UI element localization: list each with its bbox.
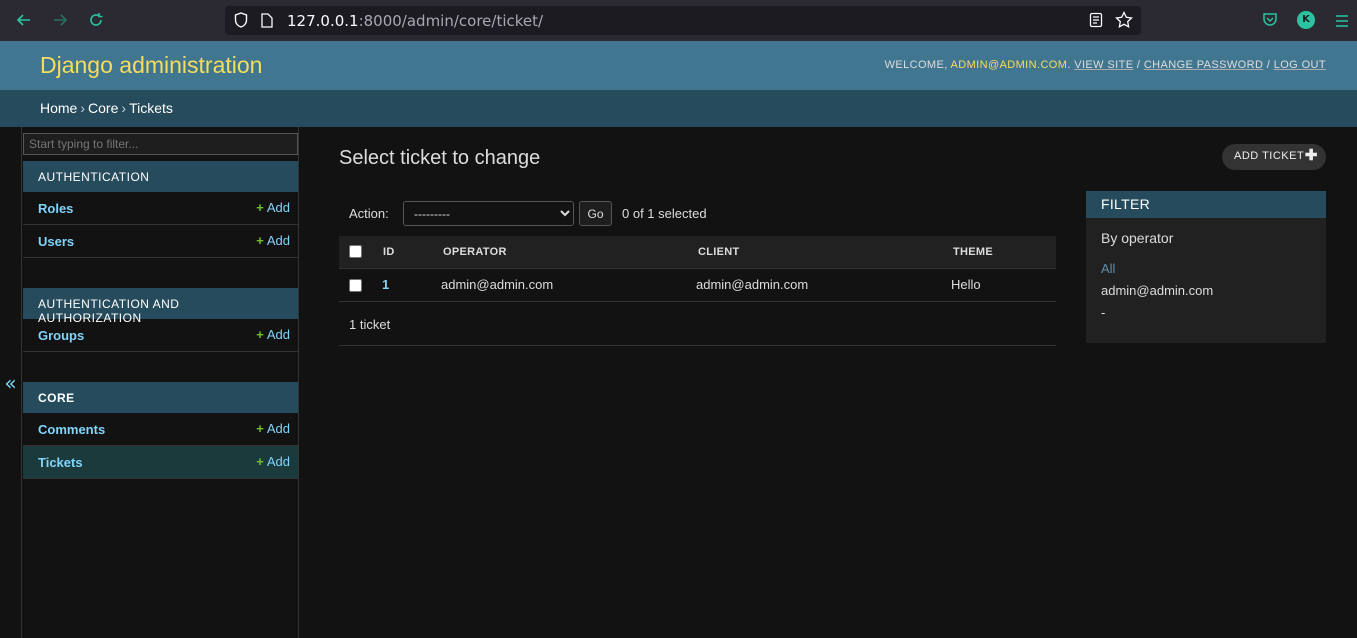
forward-icon[interactable]	[48, 8, 72, 32]
sidebar-item-users[interactable]: Users + Add	[23, 225, 298, 258]
plus-icon: +	[256, 200, 264, 215]
filter-choice-admin[interactable]: admin@admin.com	[1101, 283, 1213, 298]
row-checkbox[interactable]	[349, 279, 362, 293]
logout-link[interactable]: LOG OUT	[1274, 59, 1326, 71]
module-caption[interactable]: CORE	[23, 382, 298, 413]
breadcrumb-core[interactable]: Core	[88, 100, 118, 116]
add-link[interactable]: + Add	[256, 421, 290, 436]
changelist-filter: FILTER By operator All admin@admin.com -	[1086, 191, 1326, 343]
username: ADMIN@ADMIN.COM	[950, 59, 1068, 71]
page-icon[interactable]	[261, 13, 273, 32]
url-bar[interactable]: 127.0.0.1:8000/admin/core/ticket/	[225, 6, 1141, 35]
result-table: ID OPERATOR CLIENT THEME 1 admin@admin.c…	[339, 236, 1056, 302]
model-link[interactable]: Tickets	[38, 455, 83, 470]
breadcrumb-home[interactable]: Home	[40, 100, 77, 116]
add-link[interactable]: + Add	[256, 327, 290, 342]
action-select[interactable]: ---------	[403, 201, 574, 226]
change-password-link[interactable]: CHANGE PASSWORD	[1144, 59, 1263, 71]
table-row: 1 admin@admin.com admin@admin.com Hello	[339, 268, 1056, 302]
selection-counter: 0 of 1 selected	[622, 206, 707, 221]
reload-icon[interactable]	[84, 8, 108, 32]
cell-operator: admin@admin.com	[433, 268, 688, 302]
go-button[interactable]: Go	[579, 201, 612, 226]
plus-icon: +	[256, 327, 264, 342]
sidebar-toggle[interactable]: «	[0, 127, 22, 638]
sidebar-item-groups[interactable]: Groups + Add	[23, 319, 298, 352]
site-header: Django administration WELCOME, ADMIN@ADM…	[0, 41, 1357, 90]
action-label: Action:	[349, 206, 389, 221]
select-all-checkbox[interactable]	[349, 245, 362, 259]
bookmark-star-icon[interactable]	[1115, 10, 1133, 33]
cell-theme: Hello	[943, 268, 1056, 302]
filter-choice-all[interactable]: All	[1101, 261, 1115, 276]
add-ticket-button[interactable]: ADD TICKET ✚	[1222, 144, 1326, 170]
user-tools: WELCOME, ADMIN@ADMIN.COM. VIEW SITE / CH…	[884, 59, 1326, 71]
module-authentication: AUTHENTICATION Roles + Add Users + Add	[23, 161, 298, 258]
nav-filter-input[interactable]	[23, 133, 298, 155]
model-link[interactable]: Users	[38, 234, 74, 249]
url-text: 127.0.0.1:8000/admin/core/ticket/	[287, 12, 544, 30]
page-title: Select ticket to change	[339, 147, 541, 169]
sidebar-item-roles[interactable]: Roles + Add	[23, 192, 298, 225]
column-header-operator[interactable]: OPERATOR	[433, 236, 688, 268]
account-avatar[interactable]: K	[1297, 11, 1315, 29]
cell-client: admin@admin.com	[688, 268, 943, 302]
model-link[interactable]: Roles	[38, 201, 73, 216]
filter-choice-empty[interactable]: -	[1101, 305, 1105, 320]
module-caption[interactable]: AUTHENTICATION AND AUTHORIZATION	[23, 288, 298, 325]
plus-icon: +	[256, 421, 264, 436]
shield-icon[interactable]	[234, 12, 248, 32]
nav-sidebar: AUTHENTICATION Roles +Add Users +Add AUT…	[22, 127, 299, 638]
plus-icon: +	[256, 233, 264, 248]
view-site-link[interactable]: VIEW SITE	[1074, 59, 1133, 71]
table-header-row: ID OPERATOR CLIENT THEME	[339, 236, 1056, 268]
module-caption[interactable]: AUTHENTICATION	[23, 161, 298, 192]
plus-icon: +	[256, 454, 264, 469]
collapse-icon: «	[4, 370, 17, 395]
add-link[interactable]: + Add	[256, 200, 290, 215]
pocket-icon[interactable]	[1262, 12, 1278, 32]
browser-toolbar: 127.0.0.1:8000/admin/core/ticket/ K	[0, 0, 1357, 41]
add-link[interactable]: + Add	[256, 233, 290, 248]
filter-caption: FILTER	[1086, 191, 1326, 218]
paginator: 1 ticket	[339, 302, 1056, 346]
site-branding[interactable]: Django administration	[40, 52, 262, 79]
column-header-theme[interactable]: THEME	[943, 236, 1056, 268]
ticket-id-link[interactable]: 1	[373, 268, 433, 302]
filter-by-operator: By operator	[1101, 230, 1174, 246]
module-core: CORE Comments + Add Tickets + Add	[23, 382, 298, 479]
add-link[interactable]: + Add	[256, 454, 290, 469]
breadcrumb: Home › Core › Tickets	[0, 90, 1357, 127]
sidebar-item-comments[interactable]: Comments + Add	[23, 413, 298, 446]
model-link[interactable]: Comments	[38, 422, 105, 437]
column-header-id[interactable]: ID	[373, 236, 433, 268]
welcome-text: WELCOME,	[884, 59, 951, 71]
actions-bar: Action: --------- Go 0 of 1 selected	[339, 191, 1056, 236]
plus-icon: ✚	[1304, 147, 1318, 164]
menu-icon[interactable]	[1334, 13, 1350, 32]
sidebar-item-tickets[interactable]: Tickets + Add	[23, 446, 298, 479]
model-link[interactable]: Groups	[38, 328, 84, 343]
back-icon[interactable]	[12, 8, 36, 32]
reader-view-icon[interactable]	[1089, 12, 1103, 32]
column-header-client[interactable]: CLIENT	[688, 236, 943, 268]
breadcrumb-current: Tickets	[129, 100, 173, 116]
module-auth-authorization: AUTHENTICATION AND AUTHORIZATION Groups …	[23, 288, 298, 352]
